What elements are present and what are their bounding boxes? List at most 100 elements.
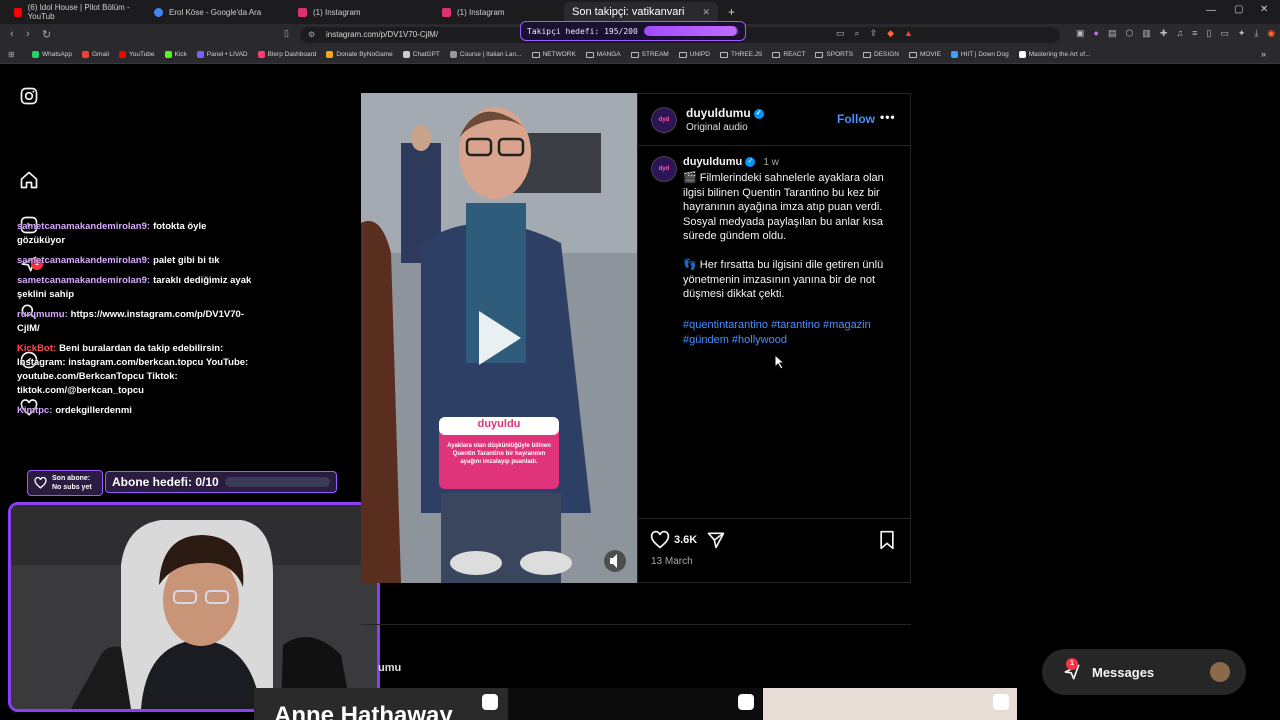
- save-bookmark-icon[interactable]: [878, 530, 896, 550]
- bookmark-item[interactable]: HIIT | Down Dog: [950, 51, 1009, 58]
- bookmark-label: Panel • LIVAD: [206, 51, 248, 58]
- follower-goal-bar: [643, 26, 739, 36]
- play-icon[interactable]: [471, 303, 531, 363]
- author-avatar[interactable]: dyd: [651, 107, 677, 133]
- bookmark-item[interactable]: Panel • LIVAD: [196, 51, 248, 58]
- instagram-favicon-icon: [298, 7, 307, 17]
- bookmark-item[interactable]: REACT: [772, 51, 805, 58]
- music-icon[interactable]: ♫: [1176, 28, 1183, 39]
- messages-button[interactable]: Messages: [1042, 649, 1246, 695]
- bookmark-item[interactable]: Donate ByNoGame: [326, 51, 393, 58]
- extension-icon[interactable]: ⬡: [1125, 28, 1133, 39]
- post-hashtags[interactable]: #quentintarantino #tarantino #magazin #g…: [683, 318, 898, 348]
- bookmark-item[interactable]: NETWORK: [531, 51, 576, 58]
- bookmarks-more-button[interactable]: »: [1261, 49, 1266, 59]
- wallet-icon[interactable]: ▭: [1220, 28, 1229, 39]
- folder-icon: [630, 51, 639, 58]
- bookmark-item[interactable]: DESIGN: [863, 51, 899, 58]
- rewards-icon[interactable]: ▲: [904, 28, 913, 39]
- bookmark-item[interactable]: YouTube: [118, 51, 155, 58]
- youtube-favicon-icon: [14, 7, 22, 17]
- maximize-icon[interactable]: ▢: [1234, 4, 1243, 15]
- google-favicon-icon: [154, 7, 163, 17]
- apps-grid-icon[interactable]: ⊞: [8, 50, 15, 59]
- like-count[interactable]: 3.6K: [674, 534, 697, 546]
- share-icon[interactable]: ⇪: [870, 28, 878, 39]
- bookmark-label: MANGA: [596, 51, 621, 58]
- bookmark-label: THREE.JS: [730, 51, 763, 58]
- bookmarks-icon[interactable]: ≡: [1192, 28, 1197, 39]
- chat-username: Kimtpc:: [17, 405, 53, 416]
- tab-instagram-2[interactable]: (1) Instagram: [434, 2, 564, 22]
- tab-google[interactable]: Erol Köse - Google'da Ara: [146, 2, 290, 22]
- bookmark-item[interactable]: STREAM: [630, 51, 669, 58]
- caption-paragraph: 🎬 Filmlerindeki sahnelerle ayaklara olan…: [683, 172, 884, 243]
- mute-icon[interactable]: [604, 550, 626, 572]
- post-video[interactable]: duyuldu Ayaklara olan düşkünlüğüyle bili…: [361, 93, 637, 583]
- bookmark-item[interactable]: UNIPD: [678, 51, 710, 58]
- caption-avatar[interactable]: dyd: [651, 156, 677, 182]
- caption-username[interactable]: duyuldumu: [683, 156, 742, 168]
- bookmark-item[interactable]: THREE.JS: [719, 51, 763, 58]
- related-post-thumb[interactable]: [508, 688, 762, 720]
- bookmark-item[interactable]: WhatsApp: [32, 51, 72, 58]
- site-favicon-icon: [82, 51, 89, 58]
- tab-title: Erol Köse - Google'da Ara: [169, 7, 262, 17]
- settings-icon[interactable]: ✦: [1238, 28, 1246, 39]
- folder-icon: [585, 51, 594, 58]
- bookmark-label: YouTube: [128, 51, 155, 58]
- bookmark-item[interactable]: SPORTS: [815, 51, 853, 58]
- chat-username: rurumumu:: [17, 309, 68, 320]
- bookmark-item[interactable]: Kick: [164, 51, 187, 58]
- streamer-webcam-image: [11, 505, 377, 709]
- more-options-icon[interactable]: •••: [880, 110, 896, 124]
- bookmark-item[interactable]: Gmail: [82, 51, 109, 58]
- tab-title: (1) Instagram: [457, 7, 505, 17]
- bookmark-item[interactable]: Blerp Dashboard: [257, 51, 316, 58]
- sidebar-icon[interactable]: ▯: [1206, 28, 1211, 39]
- screen-icon[interactable]: ▭: [836, 28, 845, 39]
- chat-message: sametcanamakandemirolan9: taraklı dediğim…: [17, 274, 257, 302]
- bookmark-label: DESIGN: [874, 51, 899, 58]
- forward-icon[interactable]: ›: [26, 28, 30, 40]
- new-tab-button[interactable]: +: [720, 2, 743, 22]
- extension-icon[interactable]: ▤: [1108, 28, 1117, 39]
- extension-icon[interactable]: ▣: [1076, 28, 1085, 39]
- share-send-icon[interactable]: [706, 530, 726, 550]
- bookmark-item[interactable]: MANGA: [585, 51, 621, 58]
- last-sub-value: No subs yet: [52, 484, 92, 491]
- zoom-icon[interactable]: ⌕: [855, 28, 860, 39]
- vpn-icon[interactable]: ◉: [1267, 28, 1275, 39]
- author-username[interactable]: duyuldumu: [686, 106, 751, 120]
- close-window-icon[interactable]: ✕: [1260, 4, 1268, 15]
- reload-icon[interactable]: ↻: [42, 28, 51, 41]
- close-tab-icon[interactable]: ✕: [702, 7, 710, 18]
- related-post-thumb[interactable]: Anne Hathaway: [254, 688, 508, 720]
- site-favicon-icon: [196, 51, 204, 58]
- tab-youtube[interactable]: (6) Idol House | Pilot Bölüm - YouTub: [6, 2, 146, 22]
- site-info-icon[interactable]: ⚙: [308, 27, 315, 43]
- bookmark-item[interactable]: ChatGPT: [402, 51, 440, 58]
- video-overlay-logo: duyuldu: [477, 418, 521, 430]
- bookmark-item[interactable]: Mastering the Art of...: [1018, 51, 1091, 58]
- back-icon[interactable]: ‹: [10, 28, 14, 40]
- brave-shield-icon[interactable]: ◆: [887, 28, 894, 39]
- original-audio-link[interactable]: Original audio: [686, 122, 748, 133]
- home-icon[interactable]: [19, 170, 39, 190]
- related-post-thumb[interactable]: [763, 688, 1017, 720]
- instagram-logo-icon[interactable]: [19, 86, 39, 106]
- like-heart-icon[interactable]: [650, 530, 670, 550]
- minimize-icon[interactable]: —: [1206, 5, 1216, 16]
- verified-badge-icon: ✓: [753, 108, 764, 119]
- tab-active[interactable]: Son takipçi: vatikanvari ✕: [564, 2, 718, 22]
- tab-instagram-1[interactable]: (1) Instagram: [290, 2, 434, 22]
- download-icon[interactable]: ⤓: [1254, 28, 1258, 39]
- follow-button[interactable]: Follow: [837, 112, 875, 126]
- post-date: 13 March: [651, 556, 693, 567]
- bookmark-item[interactable]: Course | Italian Lan...: [449, 51, 522, 58]
- extension-icon[interactable]: ●: [1094, 28, 1099, 39]
- bookmark-item[interactable]: MOVIE: [908, 51, 941, 58]
- bookmark-page-icon[interactable]: ▯: [284, 28, 289, 39]
- puzzle-icon[interactable]: ✚: [1160, 28, 1168, 39]
- extension-icon[interactable]: ▥: [1142, 28, 1151, 39]
